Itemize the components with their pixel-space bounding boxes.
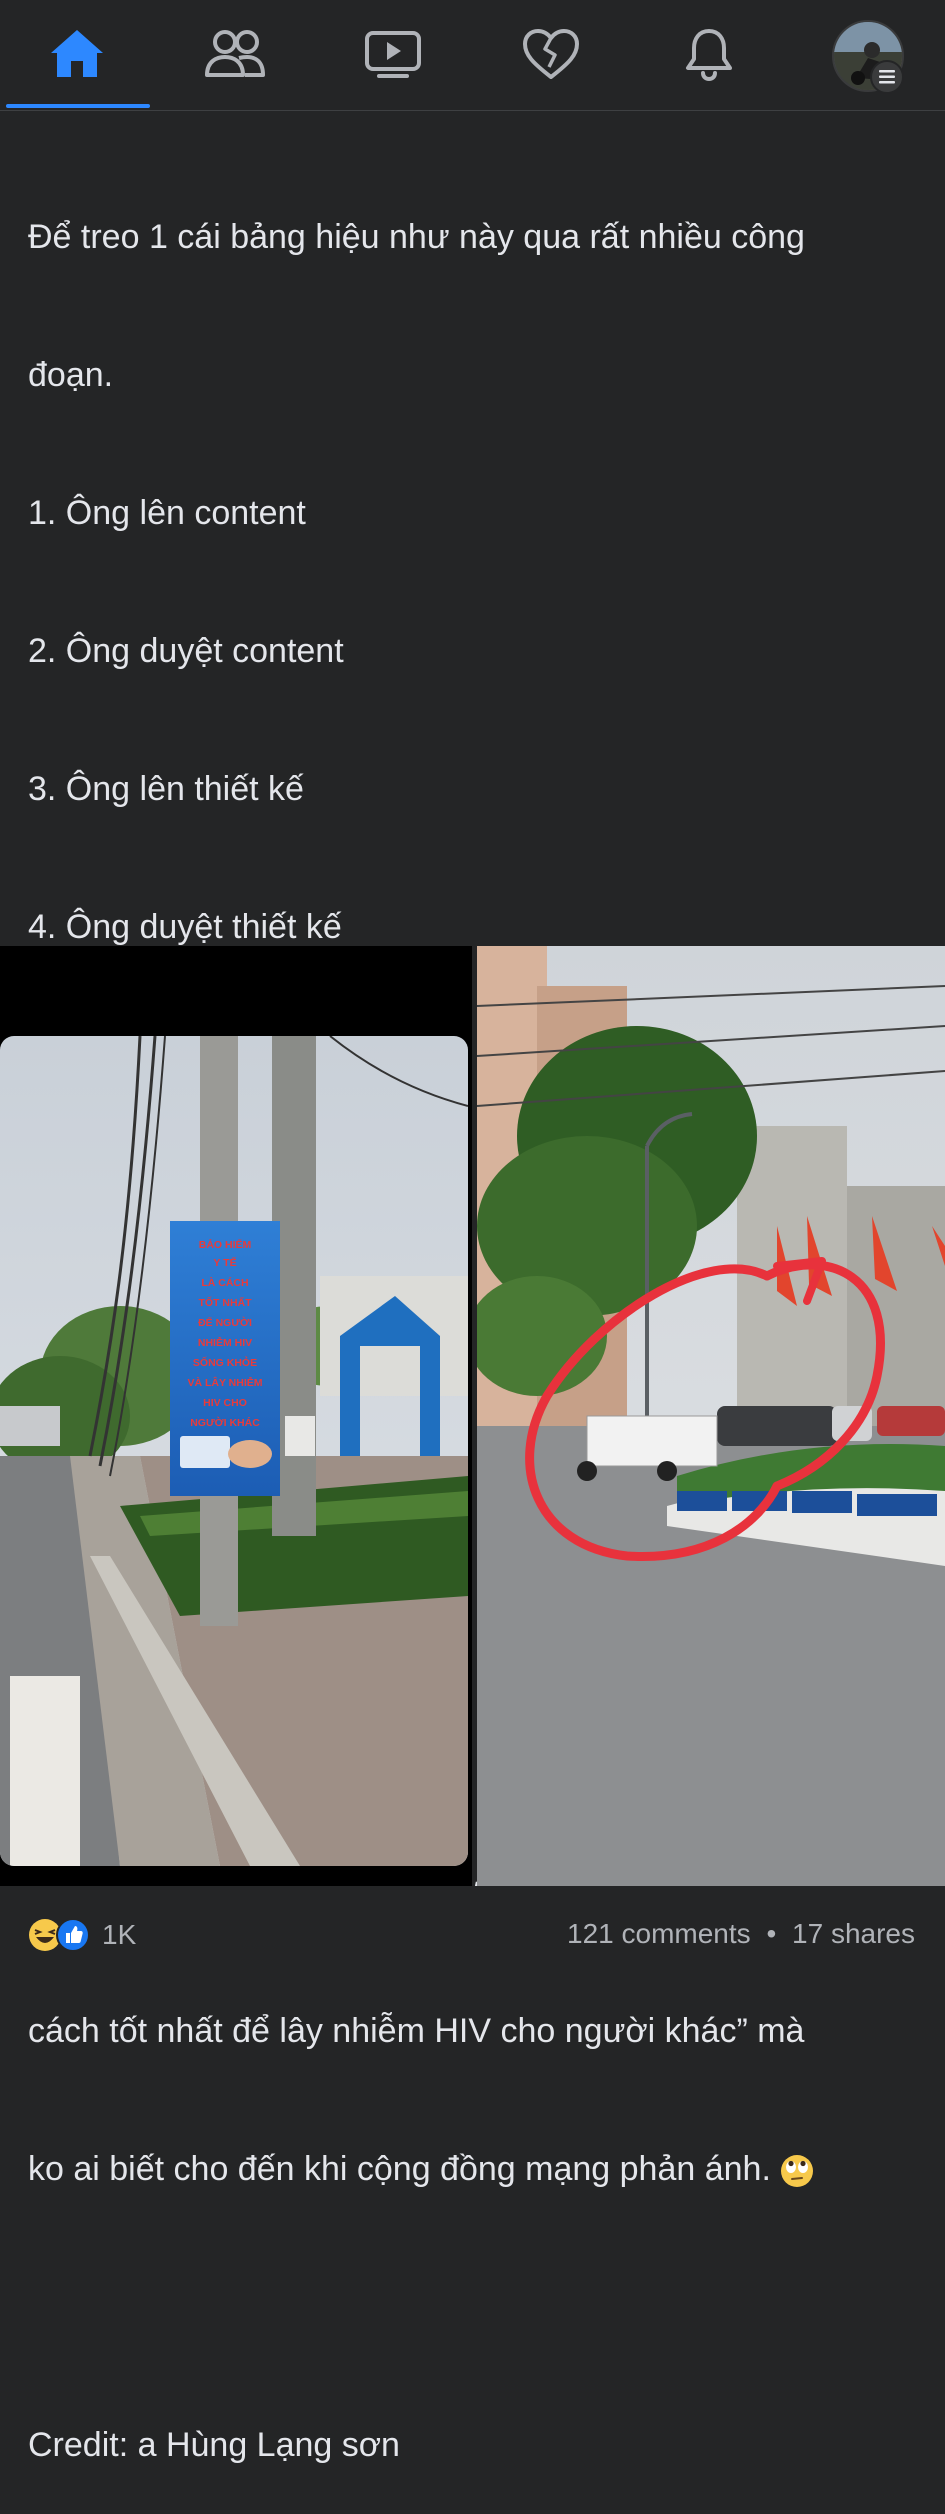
heart-icon: [523, 29, 579, 79]
home-tab[interactable]: [22, 14, 132, 94]
hamburger-menu-icon: [879, 70, 895, 84]
banner-line: Y TẾ: [213, 1256, 236, 1269]
banner-line: BẢO HIỂM: [199, 1238, 252, 1251]
friends-icon: [205, 30, 265, 77]
banner-line: LÀ CÁCH: [201, 1276, 248, 1289]
post-credit: Credit: a Hùng Lạng sơn: [28, 2426, 400, 2464]
shares-count-link[interactable]: 17 shares: [792, 1918, 915, 1949]
reactions-summary[interactable]: 1K: [28, 1918, 136, 1952]
photo-left-frame: BẢO HIỂM Y TẾ LÀ CÁCH TỐT NHẤT ĐỂ NGƯỜI …: [0, 1036, 468, 1866]
bell-icon: [686, 29, 732, 82]
banner-line: VÀ LÂY NHIỄM: [187, 1376, 262, 1389]
post-line: đoạn.: [28, 356, 114, 394]
friends-tab[interactable]: [180, 14, 290, 94]
dating-tab[interactable]: [496, 14, 606, 94]
watch-tab[interactable]: [338, 14, 448, 94]
post-spacer: [28, 2284, 918, 2330]
banner-line: ĐỂ NGƯỜI: [198, 1316, 252, 1329]
post-photo-right[interactable]: [477, 946, 945, 1886]
banner-line: HIV CHO: [203, 1397, 247, 1409]
comments-count-link[interactable]: 121 comments: [567, 1918, 751, 1949]
post-line-with-emoji: ko ai biết cho đến khi cộng đồng mạng ph…: [28, 2146, 918, 2192]
street-banner-photo: BẢO HIỂM Y TẾ LÀ CÁCH TỐT NHẤT ĐỂ NGƯỜI …: [0, 1036, 468, 1866]
post-line: ko ai biết cho đến khi cộng đồng mạng ph…: [28, 2150, 771, 2188]
banner-line: TỐT NHẤT: [198, 1295, 252, 1309]
video-icon: [365, 31, 421, 78]
roundabout-photo: [477, 946, 945, 1886]
reaction-count: 1K: [102, 1919, 137, 1950]
stats-separator: •: [766, 1918, 777, 1949]
banner-line: SỐNG KHỎE: [193, 1355, 257, 1369]
banner-line: NGƯỜI KHÁC: [190, 1416, 260, 1429]
post-line: 1. Ông lên content: [28, 494, 306, 532]
eye-roll-emoji-icon: [781, 2155, 814, 2188]
post-line: 3. Ông lên thiết kế: [28, 770, 304, 808]
post-line: 2. Ông duyệt content: [28, 632, 344, 670]
like-reaction-icon: [56, 1918, 90, 1952]
post-line: 4. Ông duyệt thiết kế: [28, 908, 342, 946]
engagement-stats: 121 comments • 17 shares: [567, 1918, 915, 1950]
menu-button[interactable]: [870, 60, 904, 94]
notifications-tab[interactable]: [654, 14, 764, 94]
post-line: Để treo 1 cái bảng hiệu như này qua rất …: [28, 218, 805, 256]
top-navigation-bar: [0, 0, 945, 111]
active-tab-indicator: [6, 104, 150, 108]
post-photo-left[interactable]: BẢO HIỂM Y TẾ LÀ CÁCH TỐT NHẤT ĐỂ NGƯỜI …: [0, 946, 472, 1886]
post-line: cách tốt nhất để lây nhiễm HIV cho người…: [28, 2012, 805, 2050]
home-icon: [51, 30, 103, 77]
banner-line: NHIỄM HIV: [198, 1336, 252, 1349]
